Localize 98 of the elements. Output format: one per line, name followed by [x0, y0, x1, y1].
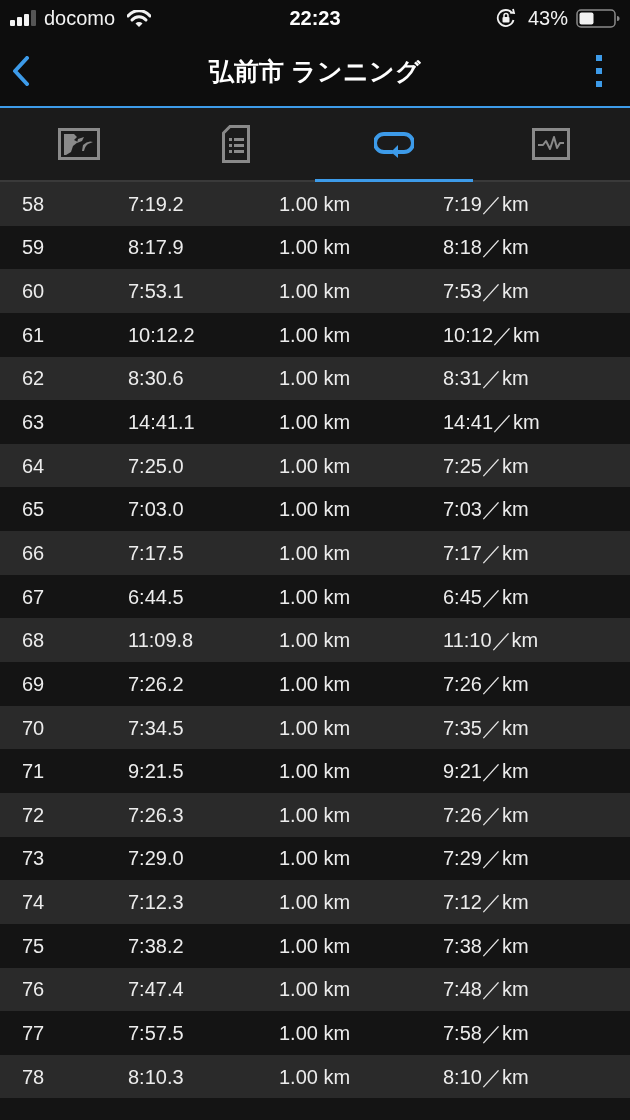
lap-time: 7:17.5	[128, 540, 185, 565]
lap-number: 63	[21, 410, 46, 434]
lap-number: 70	[21, 715, 46, 740]
lap-number: 65	[21, 497, 46, 522]
lap-number: 71	[21, 759, 46, 784]
map-icon	[57, 127, 100, 160]
lap-number: 60	[21, 279, 46, 304]
lap-time: 8:10.3	[128, 1064, 185, 1089]
lap-time: 7:29.0	[128, 846, 185, 871]
lap-distance: 1.00 km	[279, 322, 352, 347]
lap-time: 7:34.5	[128, 715, 185, 740]
carrier-name: docomo	[44, 8, 116, 28]
lap-distance: 1.00 km	[279, 366, 352, 391]
lap-pace: 10:12／km	[443, 322, 541, 347]
lap-time: 7:26.2	[128, 671, 185, 696]
lap-time: 7:57.5	[128, 1021, 185, 1045]
lap-distance: 1.00 km	[279, 715, 352, 740]
lap-time: 7:19.2	[128, 191, 185, 216]
lap-distance: 1.00 km	[279, 846, 352, 871]
lap-pace: 7:26／km	[443, 802, 530, 827]
lap-time: 8:17.9	[128, 235, 185, 260]
lap-number: 68	[21, 628, 46, 653]
lap-number: 73	[21, 846, 46, 871]
graph-icon	[532, 127, 571, 160]
lap-distance: 1.00 km	[279, 1064, 352, 1089]
lap-number: 72	[21, 802, 46, 827]
battery-icon	[576, 8, 620, 28]
wifi-icon	[127, 9, 152, 27]
lap-number: 64	[21, 453, 46, 478]
lap-pace: 14:41／km	[443, 410, 541, 434]
rotation-lock-icon	[495, 8, 516, 28]
signal-icon	[10, 10, 36, 26]
lap-pace: 7:53／km	[443, 279, 530, 304]
lap-pace: 7:35／km	[443, 715, 530, 740]
lap-distance: 1.00 km	[279, 235, 352, 260]
lap-time: 7:25.0	[128, 453, 185, 478]
lap-number: 76	[21, 977, 46, 1002]
lap-distance: 1.00 km	[279, 279, 352, 304]
lap-distance: 1.00 km	[279, 410, 352, 434]
lap-pace: 7:48／km	[443, 977, 530, 1002]
lap-time: 6:44.5	[128, 584, 185, 609]
lap-pace: 9:21／km	[443, 759, 530, 784]
lap-time: 7:53.1	[128, 279, 185, 304]
lap-distance: 1.00 km	[279, 890, 352, 915]
lap-time: 9:21.5	[128, 759, 185, 784]
lap-distance: 1.00 km	[279, 584, 352, 609]
lap-distance: 1.00 km	[279, 933, 352, 958]
lap-distance: 1.00 km	[279, 453, 352, 478]
lap-time: 8:30.6	[128, 366, 185, 391]
lap-distance: 1.00 km	[279, 802, 352, 827]
lap-time: 7:12.3	[128, 890, 185, 915]
lap-distance: 1.00 km	[279, 628, 352, 653]
chevron-left-icon	[12, 56, 30, 86]
lap-time: 14:41.1	[128, 410, 196, 434]
screen-title: 弘前市 ランニング	[209, 56, 421, 86]
lap-distance: 1.00 km	[279, 540, 352, 565]
lap-time: 7:26.3	[128, 802, 185, 827]
lap-number: 62	[21, 366, 46, 391]
lap-distance: 1.00 km	[279, 497, 352, 522]
lap-number: 58	[21, 191, 46, 216]
lap-number: 74	[21, 890, 46, 915]
lap-number: 67	[21, 584, 46, 609]
clock-time: 22:23	[289, 8, 341, 28]
lap-pace: 11:10／km	[443, 628, 540, 653]
lap-pace: 7:25／km	[443, 453, 530, 478]
kebab-menu-icon	[596, 55, 602, 87]
lap-distance: 1.00 km	[279, 977, 352, 1002]
lap-pace: 7:26／km	[443, 671, 530, 696]
repeat-icon	[373, 129, 414, 158]
document-list-icon	[222, 124, 251, 163]
lap-pace: 7:38／km	[443, 933, 530, 958]
lap-number: 78	[21, 1064, 46, 1089]
lap-time: 7:03.0	[128, 497, 185, 522]
lap-pace: 7:29／km	[443, 846, 530, 871]
lap-number: 66	[21, 540, 46, 565]
lap-distance: 1.00 km	[279, 759, 352, 784]
lap-pace: 7:17／km	[443, 540, 530, 565]
lap-number: 59	[21, 235, 46, 260]
battery-percent: 43%	[527, 8, 568, 28]
lap-number: 75	[21, 933, 46, 958]
lap-time: 7:38.2	[128, 933, 185, 958]
lap-pace: 7:12／km	[443, 890, 530, 915]
lap-distance: 1.00 km	[279, 191, 352, 216]
lap-time: 10:12.2	[128, 322, 196, 347]
lap-pace: 7:03／km	[443, 497, 530, 522]
lap-time: 11:09.8	[128, 628, 195, 653]
lap-number: 69	[21, 671, 46, 696]
lap-number: 77	[21, 1021, 46, 1045]
lap-pace: 6:45／km	[443, 584, 530, 609]
lap-pace: 8:18／km	[443, 235, 530, 260]
lap-pace: 7:19／km	[443, 191, 530, 216]
lap-distance: 1.00 km	[279, 671, 352, 696]
lap-pace: 8:10／km	[443, 1064, 530, 1089]
lap-number: 61	[21, 322, 46, 347]
lap-distance: 1.00 km	[279, 1021, 352, 1045]
lap-pace: 7:58／km	[443, 1021, 530, 1045]
lap-time: 7:47.4	[128, 977, 185, 1002]
lap-pace: 8:31／km	[443, 366, 530, 391]
